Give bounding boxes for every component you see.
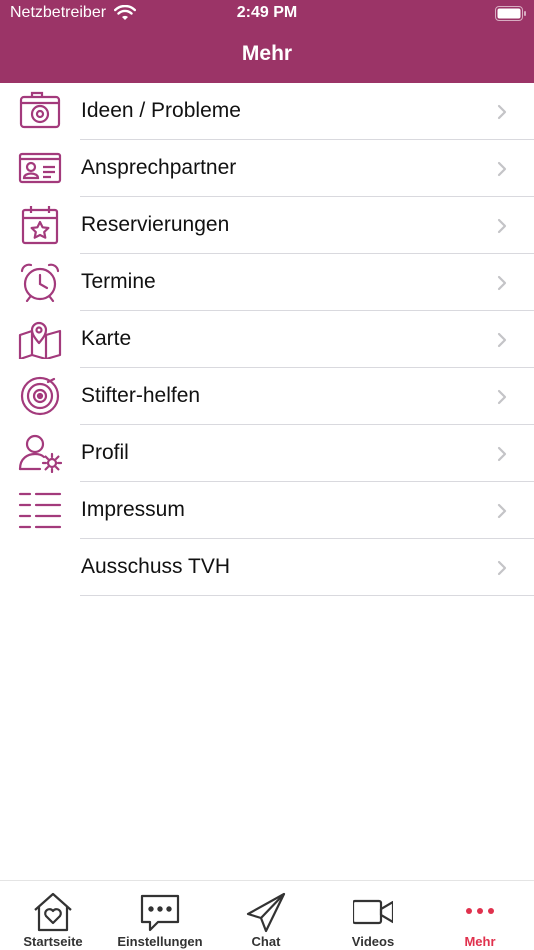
chevron-right-icon (497, 161, 507, 177)
menu-item-label: Impressum (81, 498, 185, 521)
menu-item-ansprechpartner[interactable]: Ansprechpartner (0, 140, 534, 197)
video-camera-icon (353, 899, 393, 925)
chevron-right-icon (497, 332, 507, 348)
menu-list: Ideen / Probleme Ansprechpartner Reservi… (0, 83, 534, 596)
tab-label: Einstellungen (117, 934, 203, 949)
chevron-right-icon (497, 446, 507, 462)
menu-item-karte[interactable]: Karte (0, 311, 534, 368)
chevron-right-icon (497, 560, 507, 576)
menu-item-impressum[interactable]: Impressum (0, 482, 534, 539)
menu-item-label: Termine (81, 270, 156, 293)
user-gear-icon (18, 434, 62, 473)
header: Netzbetreiber 2:49 PM Mehr (0, 0, 534, 83)
separator (80, 595, 534, 596)
menu-item-label: Ausschuss TVH (81, 555, 230, 578)
tab-label: Mehr (464, 934, 496, 949)
chevron-right-icon (497, 275, 507, 291)
target-icon (20, 376, 60, 416)
more-dots-icon (466, 908, 494, 914)
menu-item-label: Karte (81, 327, 132, 350)
page-title: Mehr (241, 42, 293, 65)
chat-bubble-icon (140, 894, 180, 932)
calendar-star-icon (21, 206, 59, 245)
menu-item-profil[interactable]: Profil (0, 425, 534, 482)
list-icon (18, 492, 62, 529)
chevron-right-icon (497, 389, 507, 405)
chevron-right-icon (497, 104, 507, 120)
menu-item-termine[interactable]: Termine (0, 254, 534, 311)
menu-item-ausschuss-tvh[interactable]: Ausschuss TVH (0, 539, 534, 596)
menu-item-label: Ansprechpartner (81, 156, 237, 179)
tab-label: Chat (251, 934, 281, 949)
tab-label: Startseite (23, 934, 83, 949)
menu-item-label: Profil (81, 441, 129, 464)
chevron-right-icon (497, 503, 507, 519)
tab-einstellungen[interactable]: Einstellungen (107, 881, 213, 950)
status-bar: Netzbetreiber 2:49 PM (0, 0, 534, 28)
menu-item-label: Stifter-helfen (81, 384, 201, 407)
menu-item-ideen-probleme[interactable]: Ideen / Probleme (0, 83, 534, 140)
tab-mehr[interactable]: Mehr (427, 881, 533, 950)
chevron-right-icon (497, 218, 507, 234)
menu-item-reservierungen[interactable]: Reservierungen (0, 197, 534, 254)
tab-chat[interactable]: Chat (213, 881, 319, 950)
menu-item-stifter-helfen[interactable]: Stifter-helfen (0, 368, 534, 425)
status-time: 2:49 PM (236, 4, 298, 21)
map-pin-icon (18, 321, 62, 359)
tab-label: Videos (351, 934, 395, 949)
menu-item-label: Ideen / Probleme (81, 99, 241, 122)
tab-bar: Startseite Einstellungen Chat Videos Meh… (0, 880, 534, 950)
camera-icon (19, 91, 61, 129)
alarm-clock-icon (20, 263, 60, 302)
tab-startseite[interactable]: Startseite (0, 881, 106, 950)
contact-card-icon (18, 152, 62, 184)
tab-videos[interactable]: Videos (320, 881, 426, 950)
battery-icon (495, 6, 526, 21)
home-heart-icon (34, 892, 72, 932)
paper-plane-icon (246, 892, 286, 933)
menu-item-label: Reservierungen (81, 213, 230, 236)
